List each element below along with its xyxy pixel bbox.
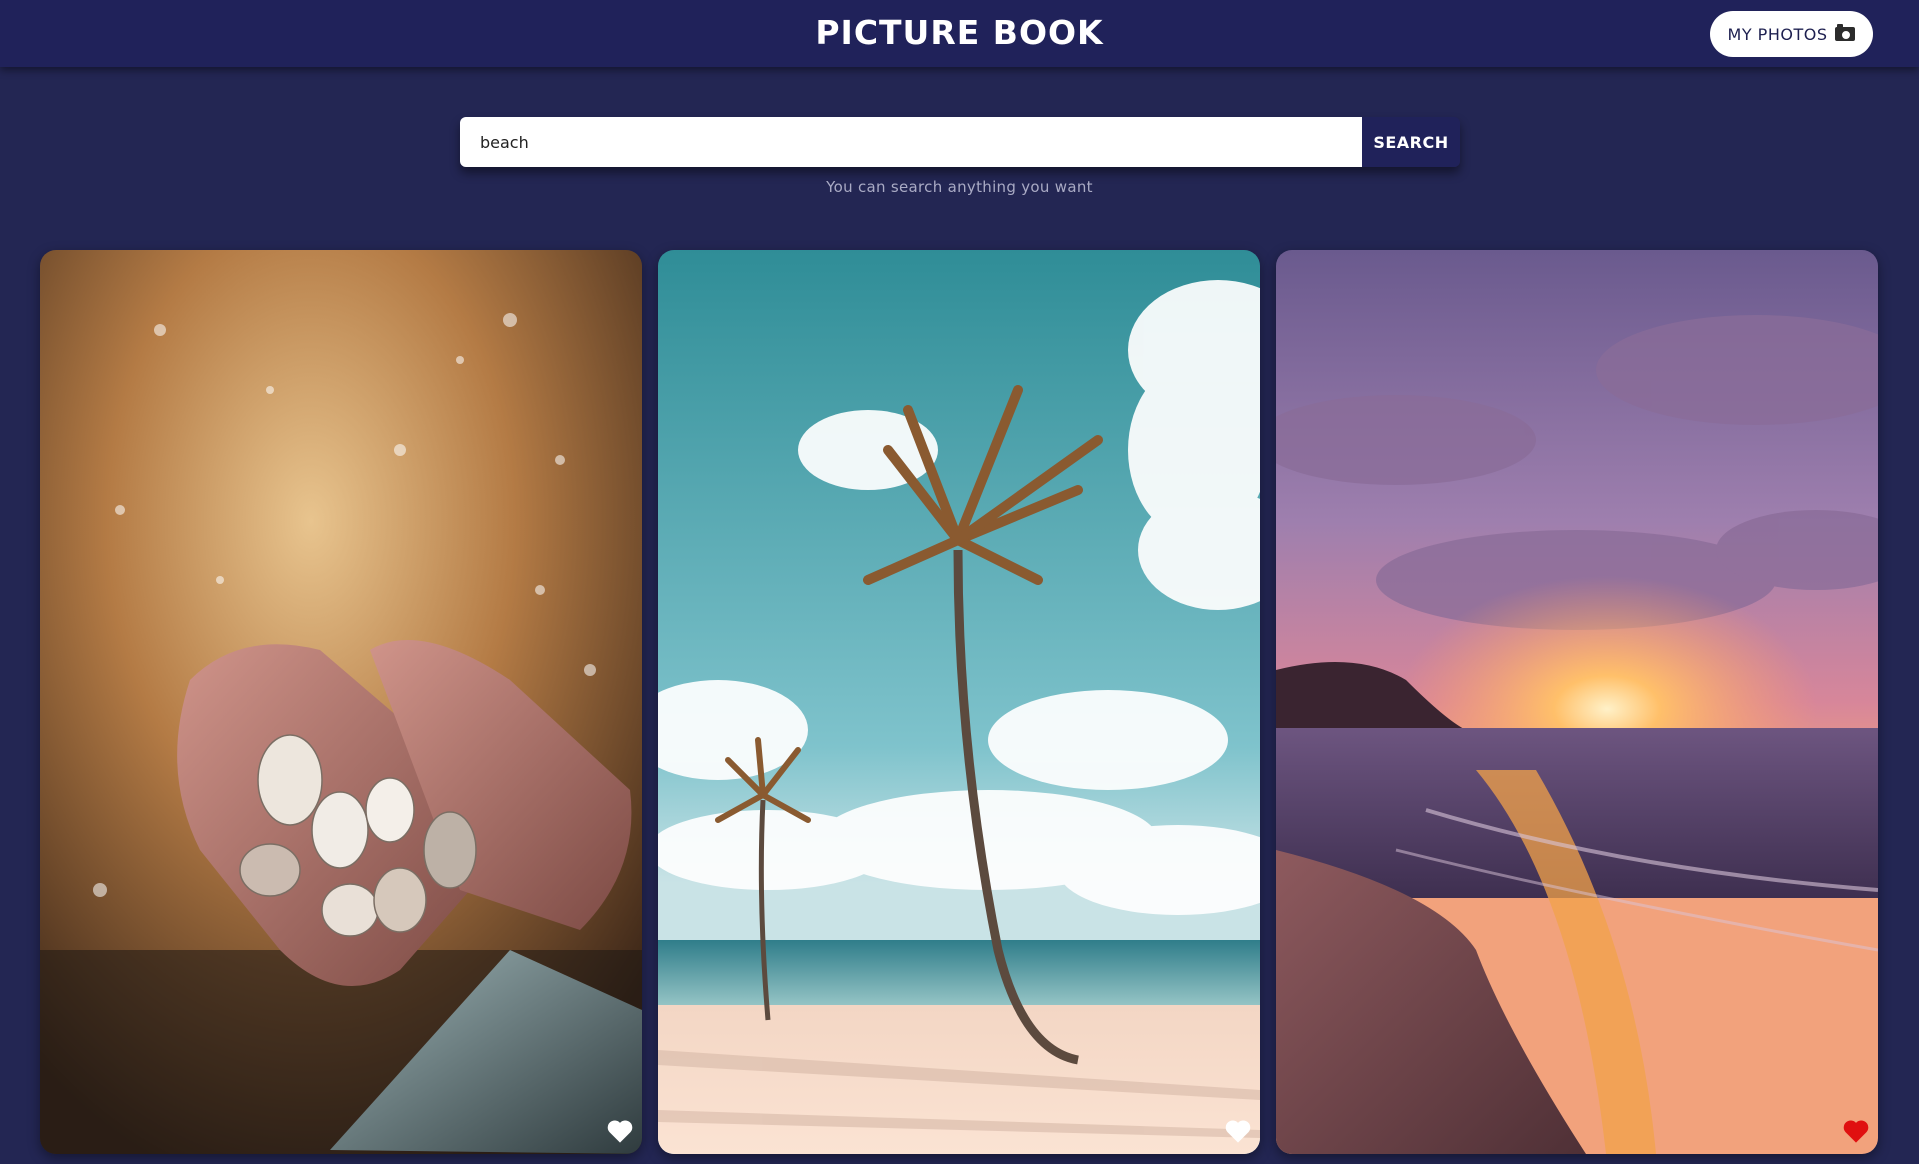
photo-palm-trees-image — [658, 250, 1260, 1154]
search-button[interactable]: SEARCH — [1362, 117, 1460, 167]
app-header: PICTURE BOOK MY PHOTOS — [0, 0, 1919, 67]
photo-card-palm-trees[interactable] — [658, 250, 1260, 1154]
photo-sunset-image — [1276, 250, 1878, 1154]
my-photos-button[interactable]: MY PHOTOS — [1710, 11, 1873, 57]
search-input[interactable] — [460, 117, 1362, 167]
search-hint: You can search anything you want — [826, 178, 1093, 196]
heart-icon[interactable] — [1224, 1118, 1252, 1144]
my-photos-label: MY PHOTOS — [1727, 24, 1828, 44]
heart-icon[interactable] — [1842, 1118, 1870, 1144]
photo-card-seashells[interactable] — [40, 250, 642, 1154]
heart-icon[interactable] — [606, 1118, 634, 1144]
photo-gallery — [40, 250, 1880, 1154]
app-title: PICTURE BOOK — [815, 13, 1104, 52]
camera-icon — [1835, 24, 1856, 41]
photo-seashells-image — [40, 250, 642, 1154]
photo-card-sunset[interactable] — [1276, 250, 1878, 1154]
search-form: SEARCH — [460, 117, 1460, 167]
